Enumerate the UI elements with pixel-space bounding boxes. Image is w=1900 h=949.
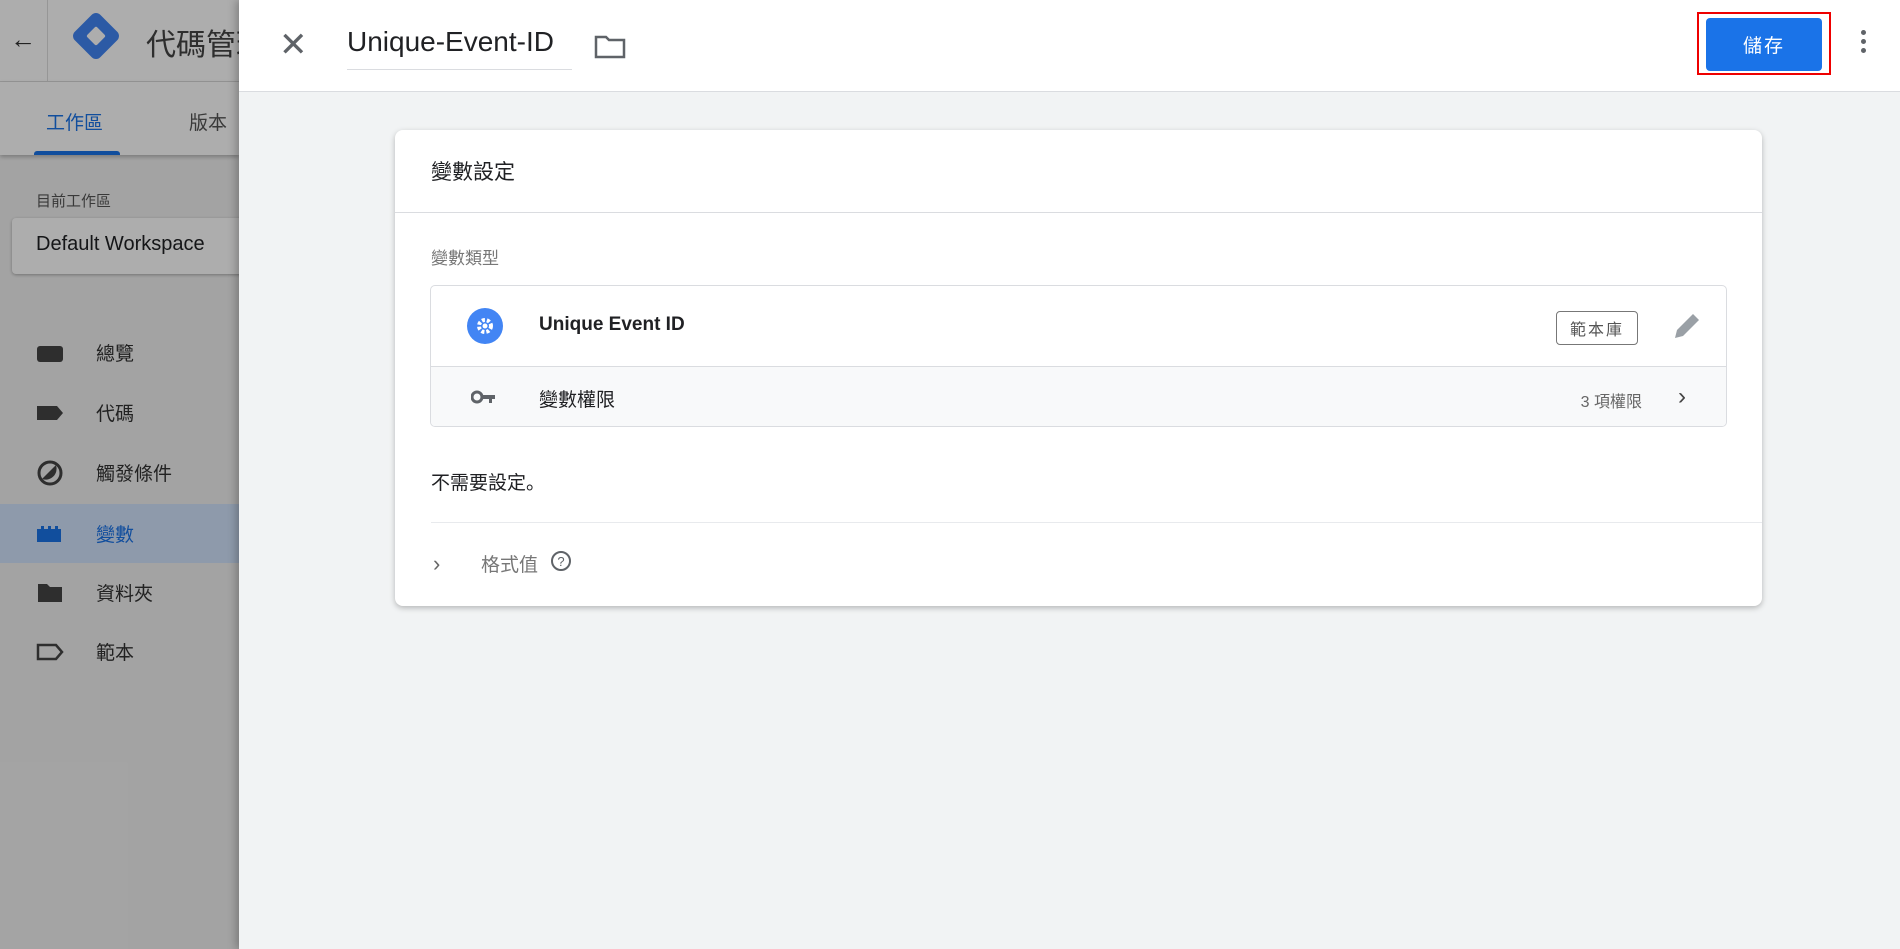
folder-icon[interactable]	[594, 34, 626, 65]
library-badge: 範本庫	[1556, 311, 1638, 345]
variable-editor-panel: ✕ Unique-Event-ID 儲存 變數設定 變數類型 Unique Ev…	[239, 0, 1900, 949]
variable-type-label: 變數類型	[431, 249, 499, 268]
no-config-note: 不需要設定。	[431, 473, 546, 494]
close-button[interactable]: ✕	[279, 26, 308, 64]
key-icon	[470, 389, 497, 410]
variable-name-input[interactable]: Unique-Event-ID	[347, 26, 572, 70]
save-highlight: 儲存	[1697, 12, 1831, 75]
chevron-right-icon: ›	[1678, 383, 1686, 410]
card-title: 變數設定	[431, 161, 515, 184]
variable-type-box: Unique Event ID 範本庫 變數權限 3 項權限 ›	[430, 285, 1727, 427]
variable-permissions-row[interactable]: 變數權限 3 項權限 ›	[431, 367, 1726, 426]
save-button[interactable]: 儲存	[1706, 18, 1822, 71]
format-value-expander[interactable]: › 格式值 ?	[433, 550, 572, 577]
edit-pencil-icon[interactable]	[1671, 308, 1701, 347]
svg-text:?: ?	[557, 554, 564, 569]
more-options-icon[interactable]	[1859, 30, 1869, 57]
divider	[431, 522, 1762, 523]
chevron-right-icon: ›	[433, 550, 441, 576]
help-icon[interactable]: ?	[550, 550, 572, 577]
permissions-label: 變數權限	[539, 390, 616, 411]
modal-scrim[interactable]	[0, 0, 239, 949]
permissions-count: 3 項權限	[1580, 394, 1642, 411]
gear-icon	[467, 308, 503, 344]
variable-type-row[interactable]: Unique Event ID 範本庫	[431, 286, 1726, 367]
panel-header: ✕ Unique-Event-ID 儲存	[239, 0, 1900, 92]
variable-type-name: Unique Event ID	[539, 314, 685, 335]
variable-configuration-card: 變數設定 變數類型 Unique Event ID 範本庫 變數權限 3 項權限…	[395, 130, 1762, 606]
divider	[395, 212, 1762, 213]
format-value-label: 格式值	[481, 555, 539, 576]
